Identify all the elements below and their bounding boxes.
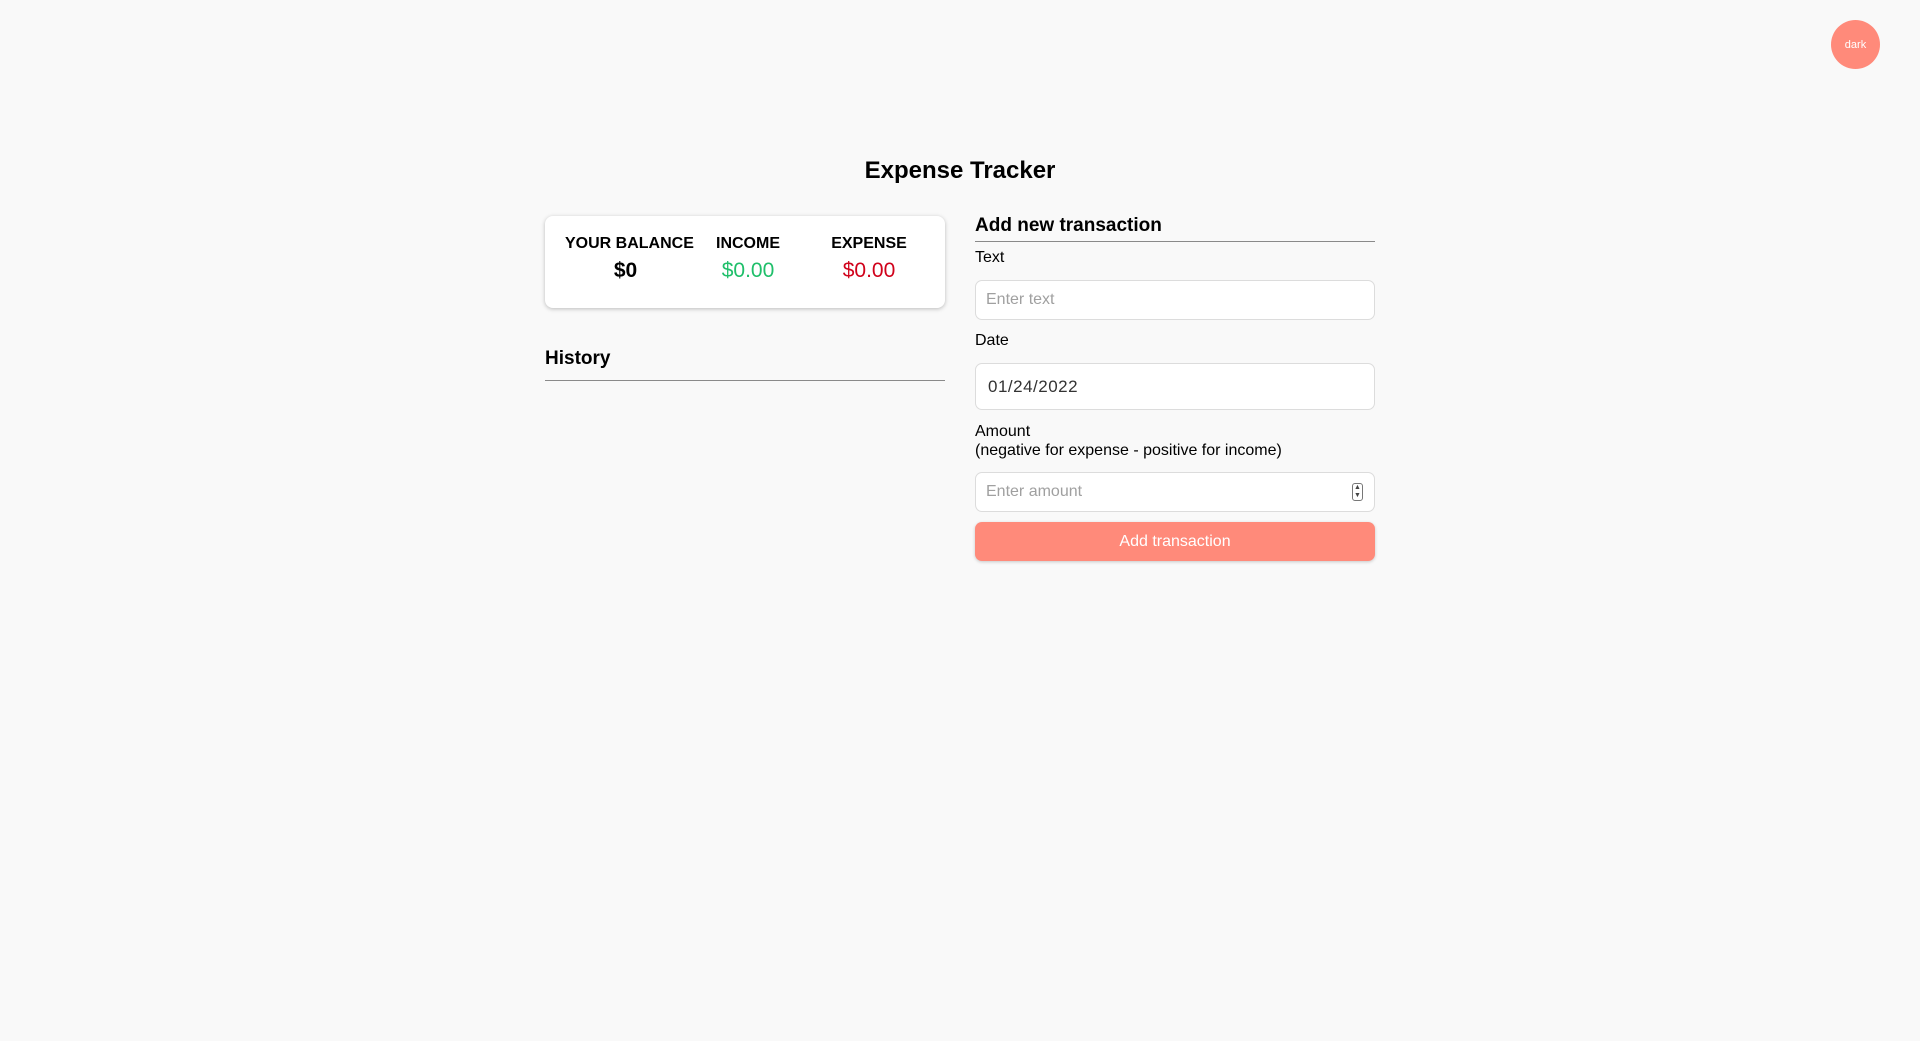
income-section: INCOME $0.00 [713,234,783,284]
amount-stepper-icon[interactable]: ▲ ▼ [1352,483,1363,501]
amount-input[interactable] [975,472,1375,512]
balance-label: YOUR BALANCE [565,235,694,252]
form-title: Add new transaction [975,214,1375,242]
amount-hint: (negative for expense - positive for inc… [975,442,1282,459]
income-value: $0.00 [721,259,775,282]
text-input[interactable] [975,280,1375,320]
amount-field: ▲ ▼ [975,472,1375,512]
history-title: History [545,348,611,369]
date-input[interactable]: 01/24/2022 [975,363,1375,410]
text-field-label: Text [975,249,1005,266]
theme-toggle-button[interactable]: dark [1831,20,1880,69]
history-divider [545,380,945,381]
chevron-down-icon: ▼ [1354,492,1361,499]
income-label: INCOME [716,235,780,252]
balance-value: $0 [613,259,638,282]
balance-section: YOUR BALANCE $0 [565,234,694,284]
add-transaction-form: Add new transaction Text Date 01/24/2022… [975,214,1375,561]
expense-value: $0.00 [842,259,896,282]
amount-label: Amount [975,423,1031,440]
date-field-label: Date [975,332,1009,349]
page-title: Expense Tracker [864,157,1056,184]
amount-field-label: Amount (negative for expense - positive … [975,422,1282,460]
balance-summary-card: YOUR BALANCE $0 INCOME $0.00 EXPENSE $0.… [545,216,945,308]
expense-section: EXPENSE $0.00 [828,234,910,284]
add-transaction-button[interactable]: Add transaction [975,522,1375,561]
expense-label: EXPENSE [831,235,907,252]
chevron-up-icon: ▲ [1354,484,1361,491]
